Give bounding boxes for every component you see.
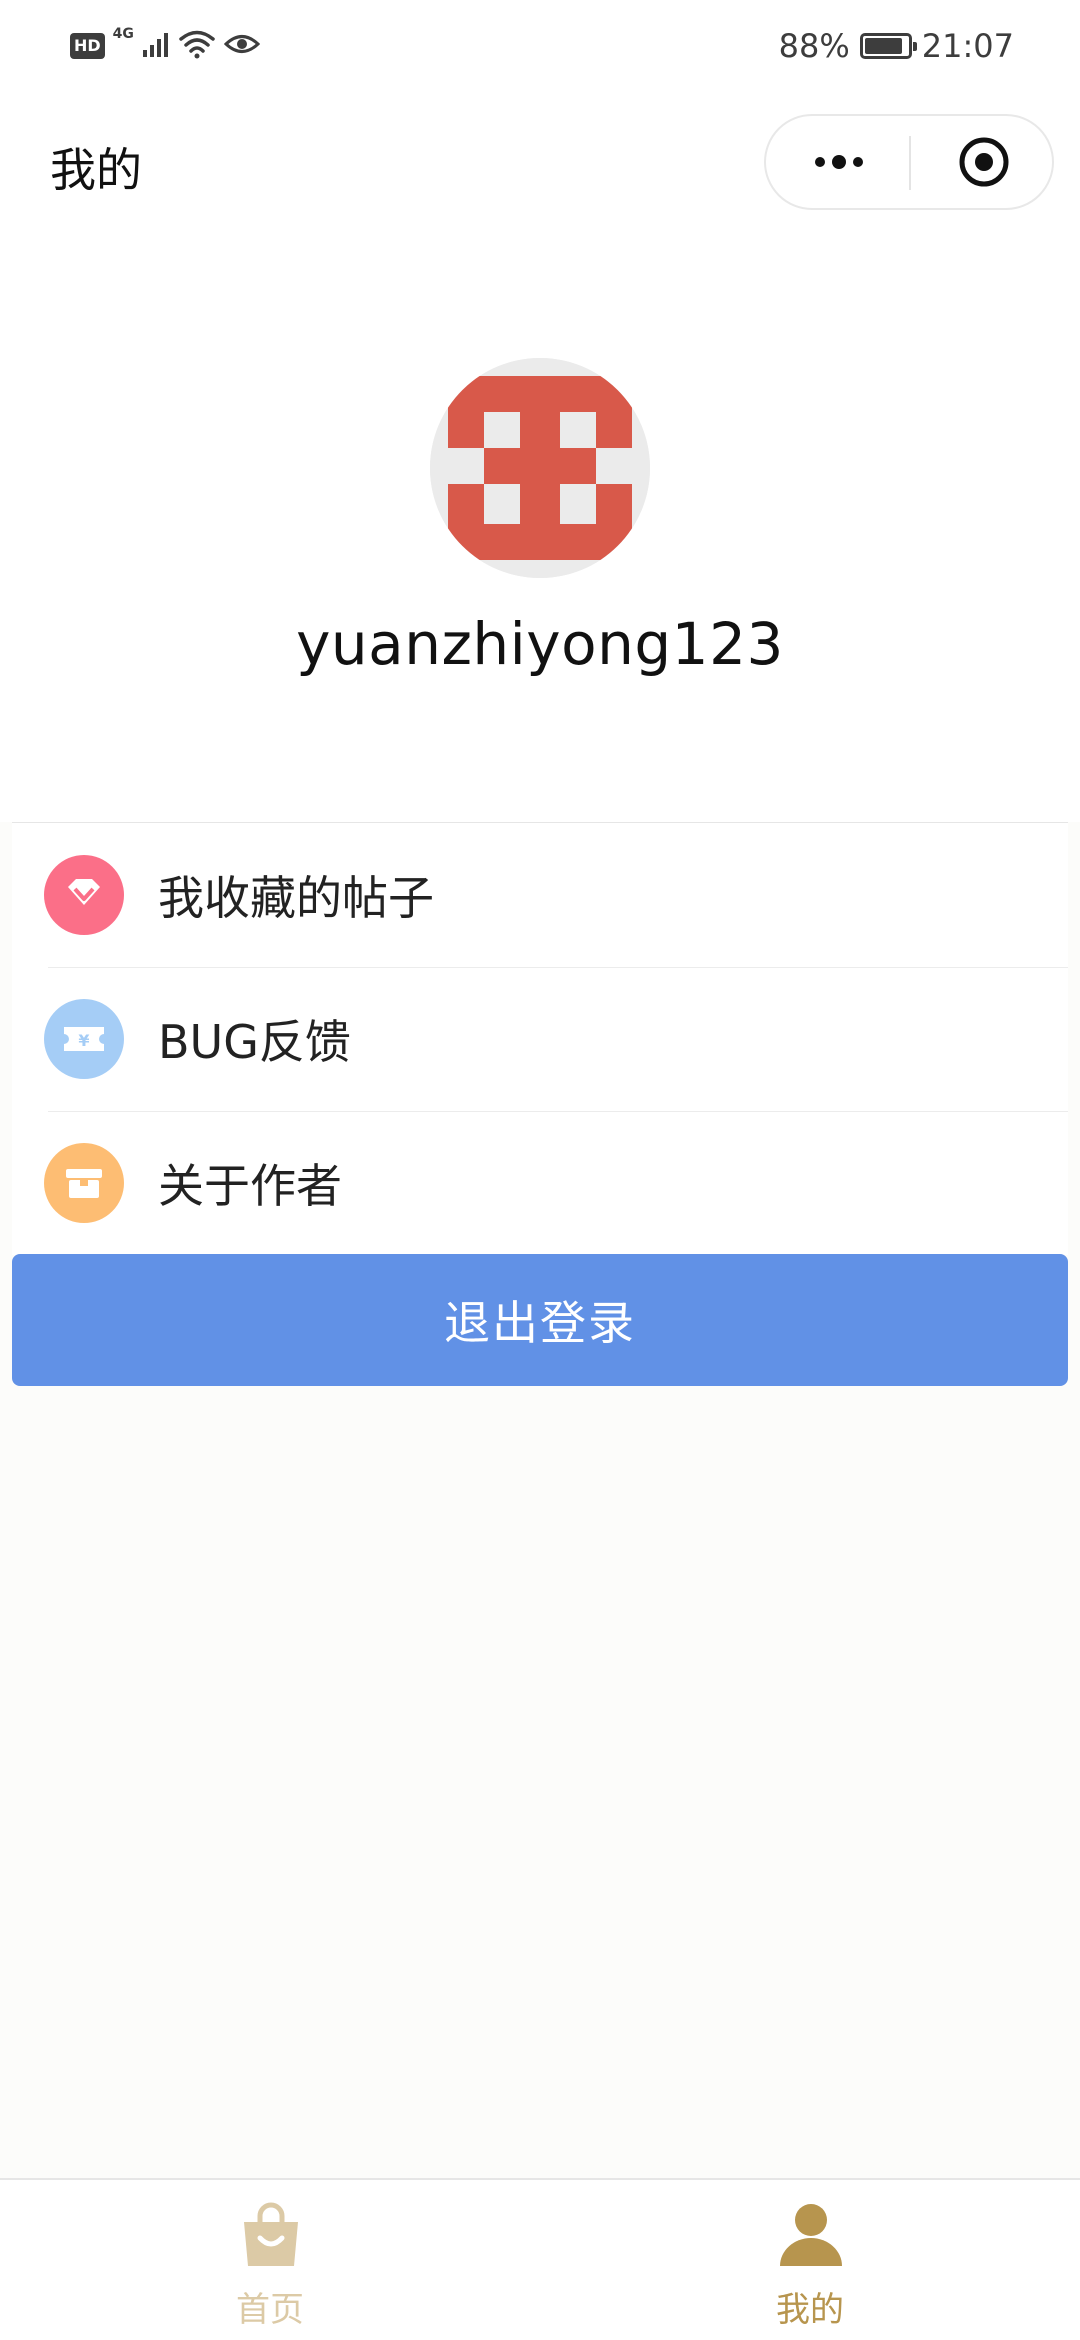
signal-icon xyxy=(142,30,170,62)
nav-bar: 我的 xyxy=(0,92,1080,232)
dot-icon xyxy=(831,155,846,169)
avatar[interactable] xyxy=(430,358,650,578)
menu-item-label: BUG反馈 xyxy=(158,1015,351,1069)
more-button[interactable] xyxy=(766,116,911,208)
close-button[interactable] xyxy=(911,116,1056,208)
menu-item-label: 我收藏的帖子 xyxy=(158,871,434,925)
page-title: 我的 xyxy=(50,143,142,197)
menu-list: 我收藏的帖子 ¥ BUG反馈 关于作者 xyxy=(12,822,1068,1255)
identicon-image xyxy=(430,358,650,578)
tab-label: 首页 xyxy=(236,2290,304,2330)
mini-program-capsule xyxy=(764,114,1054,210)
battery-icon xyxy=(859,33,917,59)
battery-percent: 88% xyxy=(778,27,850,65)
user-icon xyxy=(776,2200,846,2270)
logout-button[interactable]: 退出登录 xyxy=(12,1254,1068,1386)
clock: 21:07 xyxy=(921,27,1014,65)
status-bar-right: 88% 21:07 xyxy=(779,26,1014,66)
dot-icon xyxy=(814,157,825,167)
tab-home[interactable]: 首页 xyxy=(0,2180,540,2340)
dot-icon xyxy=(852,157,863,167)
diamond-icon xyxy=(44,855,124,935)
menu-item-bug-feedback[interactable]: ¥ BUG反馈 xyxy=(12,967,1068,1111)
status-bar: HD 4G 88% 21:07 xyxy=(0,0,1080,92)
menu-item-label: 关于作者 xyxy=(158,1159,342,1213)
tab-label: 我的 xyxy=(776,2290,844,2330)
eye-icon xyxy=(223,31,261,61)
shopping-bag-icon xyxy=(236,2200,306,2270)
status-bar-left: HD 4G xyxy=(70,26,261,66)
menu-item-favorites[interactable]: 我收藏的帖子 xyxy=(12,823,1068,967)
svg-text:¥: ¥ xyxy=(78,1031,89,1050)
profile-header: yuanzhiyong123 xyxy=(0,232,1080,822)
username: yuanzhiyong123 xyxy=(296,610,784,678)
ticket-icon: ¥ xyxy=(44,999,124,1079)
menu-item-about-author[interactable]: 关于作者 xyxy=(12,1111,1068,1255)
archive-box-icon xyxy=(44,1143,124,1223)
tab-mine[interactable]: 我的 xyxy=(540,2180,1080,2340)
hd-badge: HD xyxy=(70,33,105,59)
wifi-icon xyxy=(178,29,216,63)
network-type: 4G xyxy=(112,26,134,42)
profile-screen: HD 4G 88% 21:07 我的 yuanzhiyong123 我收藏的帖子… xyxy=(0,0,1080,2340)
tab-bar: 首页 我的 xyxy=(0,2178,1080,2340)
target-icon xyxy=(959,137,1008,187)
